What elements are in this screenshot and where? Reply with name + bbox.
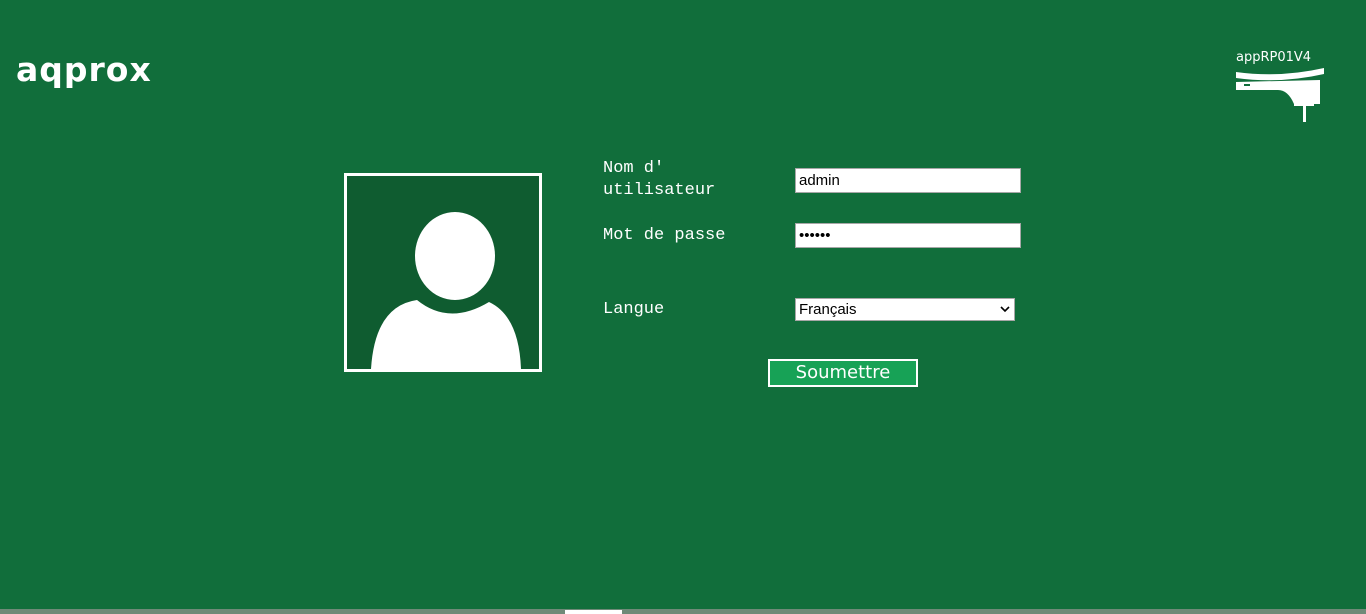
username-input[interactable] [795, 168, 1021, 193]
username-label: Nom d' utilisateur [603, 159, 716, 200]
powerline-adapter-icon [1236, 68, 1324, 122]
bottom-edge [0, 609, 1366, 614]
bottom-edge-mark [565, 610, 622, 614]
language-label: Langue [603, 300, 665, 319]
chevron-down-icon [1000, 306, 1010, 313]
device-badge: appRP01V4 [1232, 48, 1332, 128]
password-label: Mot de passe [603, 226, 726, 245]
user-silhouette-icon [371, 212, 521, 369]
user-avatar [344, 173, 542, 372]
password-input[interactable] [795, 223, 1021, 248]
submit-button[interactable]: Soumettre [768, 359, 918, 387]
language-select[interactable]: Français [795, 298, 1015, 321]
language-select-value: Français [799, 301, 857, 318]
brand-logo: aqprox [16, 50, 152, 89]
